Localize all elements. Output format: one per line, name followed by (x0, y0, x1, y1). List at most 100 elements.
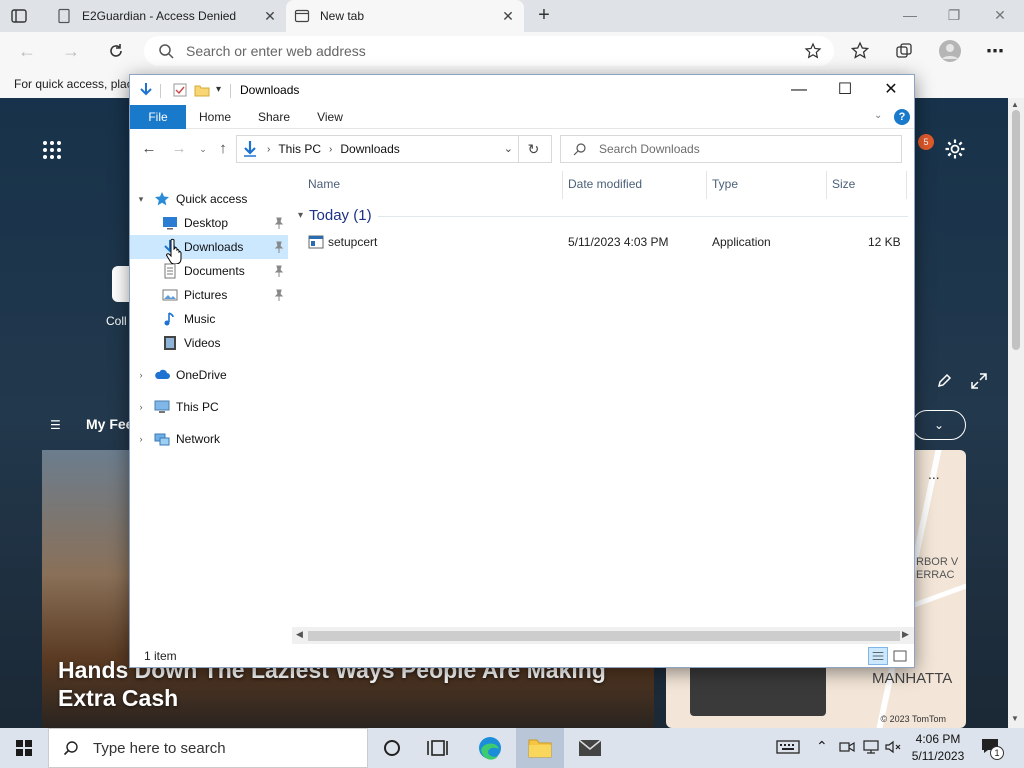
address-dropdown-icon[interactable]: ⌄ (504, 142, 513, 155)
mail-icon[interactable] (566, 728, 614, 768)
pin-icon[interactable] (274, 217, 284, 229)
breadcrumb-separator-icon[interactable]: › (329, 144, 332, 155)
nav-documents[interactable]: Documents (130, 259, 288, 283)
close-tab-icon[interactable]: ✕ (262, 8, 278, 24)
close-tab-icon[interactable]: ✕ (500, 8, 516, 24)
new-folder-icon[interactable] (194, 82, 210, 98)
refresh-icon[interactable] (106, 41, 126, 61)
group-header-today[interactable]: ▾ Today (1) (298, 207, 372, 224)
tab-new-tab[interactable]: New tab ✕ (286, 0, 524, 32)
favorites-icon[interactable] (850, 41, 870, 61)
forward-button[interactable]: → (170, 140, 188, 158)
nav-network[interactable]: › Network (130, 427, 288, 451)
volume-muted-icon[interactable] (884, 738, 902, 756)
breadcrumb[interactable]: › This PC › Downloads ⌄ (236, 135, 552, 163)
pin-icon[interactable] (274, 265, 284, 277)
help-icon[interactable]: ? (894, 109, 910, 125)
nav-music[interactable]: Music (130, 307, 288, 331)
system-clock[interactable]: 4:06 PM 5/11/2023 (906, 731, 970, 765)
nav-quick-access[interactable]: ▾ Quick access (130, 187, 288, 211)
column-header-type[interactable]: Type (712, 177, 738, 191)
close-window-button[interactable]: ✕ (988, 4, 1012, 26)
feed-dropdown-button[interactable]: ⌄ (912, 410, 966, 440)
traffic-camera-thumbnail[interactable] (690, 660, 826, 716)
scrollbar-thumb[interactable] (308, 631, 900, 641)
edit-layout-icon[interactable] (936, 372, 954, 390)
details-view-icon[interactable] (868, 647, 888, 665)
file-row[interactable]: setupcert 5/11/2023 4:03 PM Application … (294, 231, 914, 253)
more-menu-button[interactable]: ⋯ (984, 40, 1006, 62)
expand-icon[interactable] (970, 372, 988, 390)
scroll-right-icon[interactable]: ▶ (902, 629, 909, 640)
minimize-button[interactable]: — (898, 4, 922, 26)
restore-button[interactable]: ❐ (942, 4, 966, 26)
tab-view[interactable]: View (310, 105, 350, 129)
scroll-left-icon[interactable]: ◀ (296, 629, 303, 640)
scroll-down-icon[interactable]: ▼ (1011, 714, 1019, 723)
action-center-button[interactable]: 1 (980, 736, 1004, 760)
file-explorer-taskbar-icon[interactable] (516, 728, 564, 768)
edge-browser-icon[interactable] (466, 728, 514, 768)
breadcrumb-downloads[interactable]: Downloads (340, 142, 399, 156)
meet-now-icon[interactable] (838, 738, 856, 756)
scroll-up-icon[interactable]: ▲ (1011, 100, 1019, 109)
expand-arrow-icon[interactable]: › (136, 370, 146, 380)
add-favorite-icon[interactable] (804, 42, 822, 60)
tab-home[interactable]: Home (194, 105, 236, 129)
collections-icon[interactable] (894, 41, 914, 61)
maximize-button[interactable]: ☐ (822, 75, 868, 105)
properties-checkbox-icon[interactable] (172, 82, 188, 98)
refresh-button[interactable]: ↻ (518, 135, 548, 163)
breadcrumb-this-pc[interactable]: This PC (278, 142, 321, 156)
keyboard-icon[interactable] (776, 738, 800, 756)
column-header-name[interactable]: Name (308, 177, 340, 191)
network-status-icon[interactable] (862, 738, 880, 756)
tab-actions-icon[interactable] (10, 7, 28, 25)
forward-button[interactable]: → (60, 40, 82, 62)
page-scrollbar[interactable]: ▲ ▼ (1008, 98, 1024, 728)
settings-gear-icon[interactable] (944, 138, 966, 160)
column-header-date-modified[interactable]: Date modified (568, 177, 642, 191)
large-icons-view-icon[interactable] (890, 647, 910, 665)
scrollbar-thumb[interactable] (1012, 110, 1020, 350)
pin-icon[interactable] (274, 241, 284, 253)
search-downloads-input[interactable]: Search Downloads (560, 135, 902, 163)
menu-icon[interactable]: ☰ (50, 418, 64, 432)
back-button[interactable]: ← (140, 140, 158, 158)
nav-this-pc[interactable]: › This PC (130, 395, 288, 419)
expand-arrow-icon[interactable]: › (136, 434, 146, 444)
nav-downloads[interactable]: Downloads (130, 235, 288, 259)
pin-icon[interactable] (274, 289, 284, 301)
windows-start-icon[interactable] (0, 728, 48, 768)
task-view-icon[interactable] (416, 728, 464, 768)
nav-desktop[interactable]: Desktop (130, 211, 288, 235)
tab-file[interactable]: File (130, 105, 186, 129)
tab-share[interactable]: Share (252, 105, 296, 129)
breadcrumb-separator-icon[interactable]: › (267, 144, 270, 155)
nav-onedrive[interactable]: › OneDrive (130, 363, 288, 387)
quick-link-tile[interactable] (112, 266, 130, 302)
expand-ribbon-icon[interactable]: ⌄ (874, 110, 886, 122)
tab-e2guardian[interactable]: E2Guardian - Access Denied ✕ (48, 0, 286, 32)
minimize-button[interactable]: — (776, 75, 822, 105)
collapse-arrow-icon[interactable]: ▾ (136, 194, 146, 205)
cortana-icon[interactable] (368, 728, 416, 768)
my-feed-label[interactable]: My Fee (86, 416, 133, 432)
nav-videos[interactable]: Videos (130, 331, 288, 355)
profile-avatar-icon[interactable] (938, 39, 962, 63)
card-more-label[interactable]: ... (928, 466, 940, 482)
back-button[interactable]: ← (16, 40, 38, 62)
up-button[interactable]: ↑ (214, 140, 232, 158)
new-tab-button[interactable]: + (534, 5, 554, 26)
expand-arrow-icon[interactable]: › (136, 402, 146, 412)
column-header-size[interactable]: Size (832, 177, 855, 191)
app-launcher-icon[interactable] (42, 140, 62, 160)
close-button[interactable]: ✕ (868, 75, 914, 105)
recent-locations-icon[interactable]: ⌄ (194, 140, 212, 158)
collapse-group-icon[interactable]: ▾ (298, 210, 303, 221)
address-bar[interactable]: Search or enter web address (144, 36, 834, 66)
nav-pictures[interactable]: Pictures (130, 283, 288, 307)
taskbar-search-input[interactable]: Type here to search (48, 728, 368, 768)
horizontal-scrollbar[interactable]: ◀ ▶ (292, 627, 914, 644)
show-hidden-icons-icon[interactable]: ⌃ (816, 738, 834, 756)
